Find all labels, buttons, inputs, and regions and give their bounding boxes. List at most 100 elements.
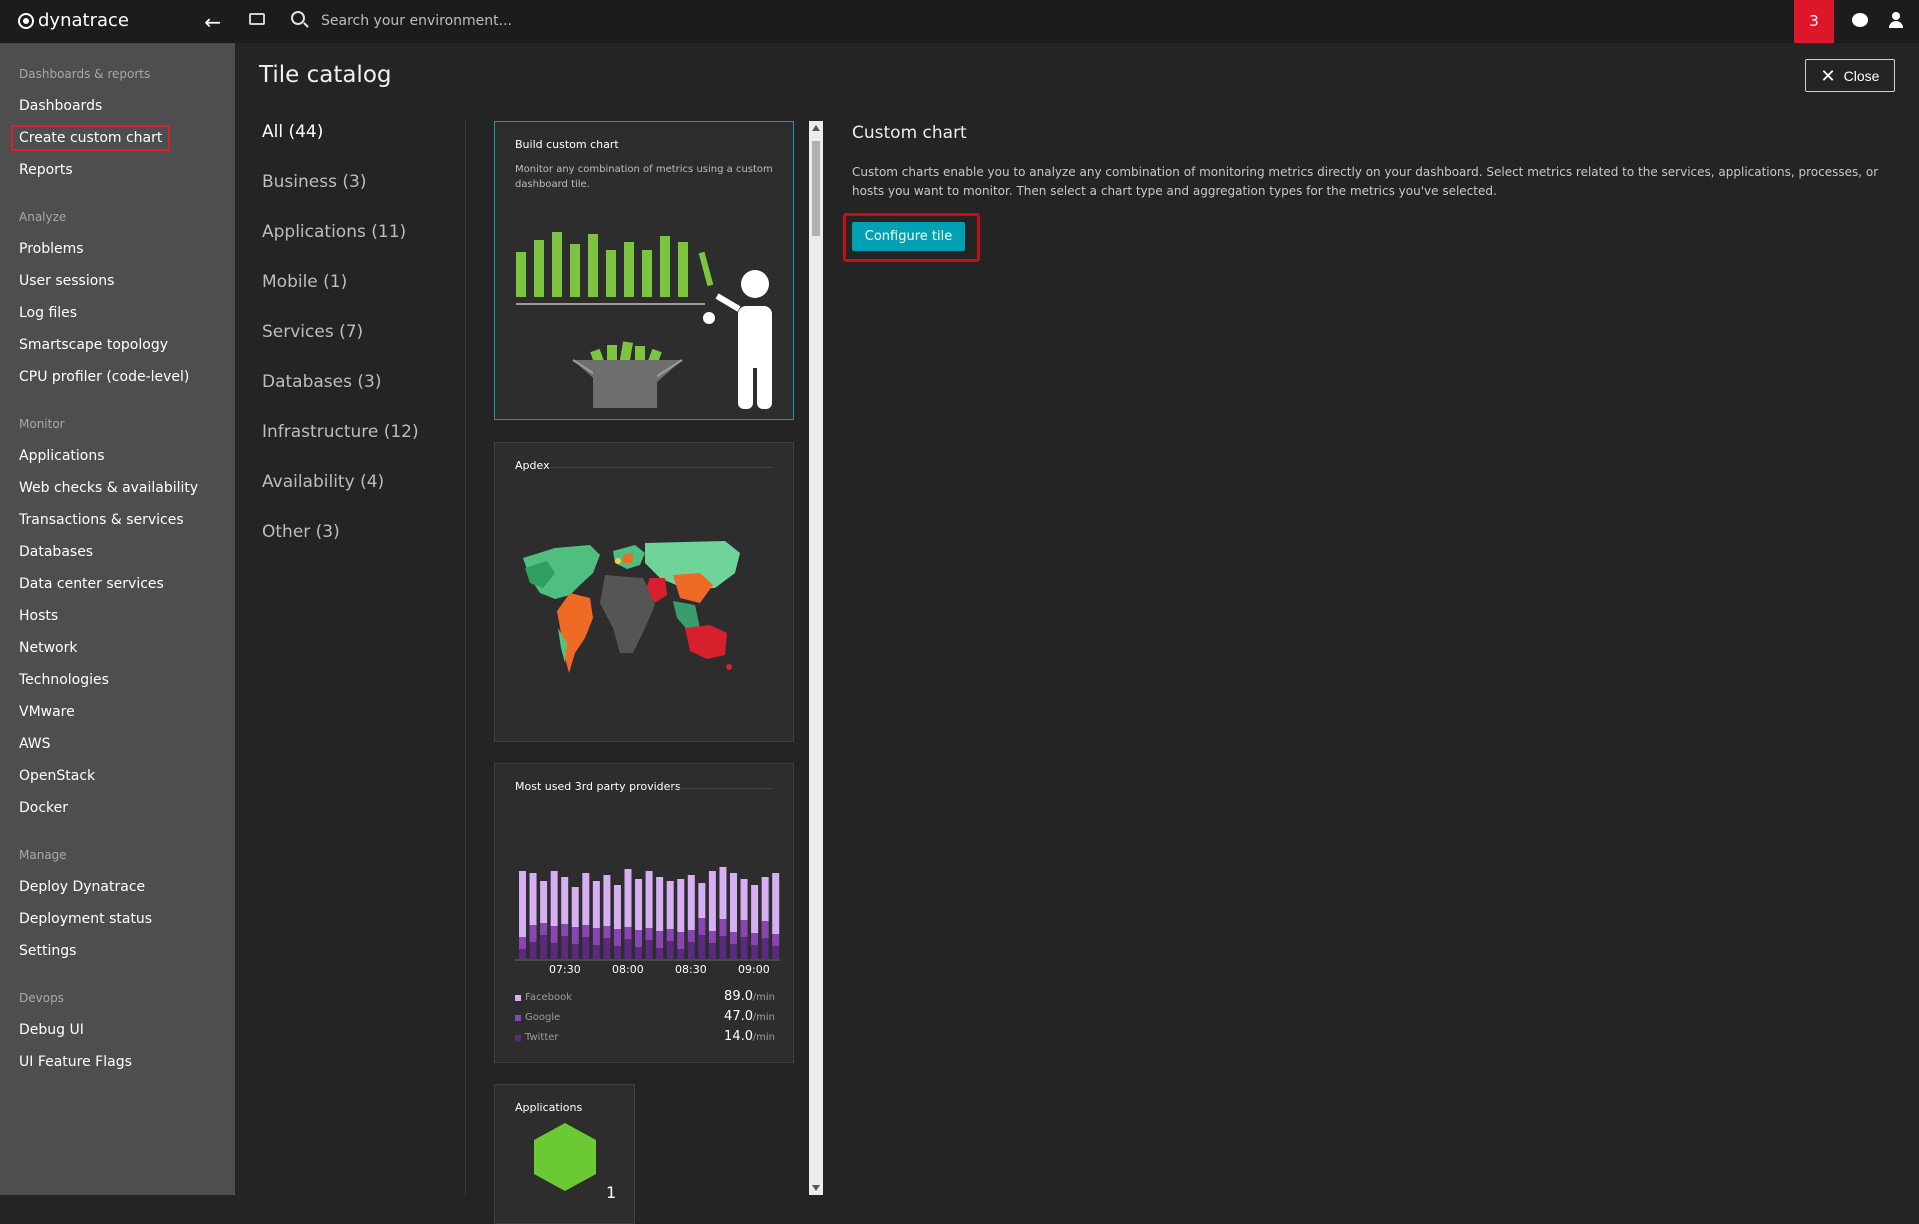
sidebar-item-databases[interactable]: Databases bbox=[0, 536, 235, 568]
sidebar-item-label: VMware bbox=[19, 704, 75, 720]
bar-twitter bbox=[519, 949, 526, 959]
sidebar-item-problems[interactable]: Problems bbox=[0, 233, 235, 265]
bar-facebook bbox=[677, 879, 685, 932]
bar-facebook bbox=[519, 871, 526, 937]
tile-third-party-providers[interactable]: Most used 3rd party providers 07:30 08:0… bbox=[494, 763, 794, 1063]
bar-twitter bbox=[561, 936, 569, 959]
bar-twitter bbox=[645, 940, 653, 959]
close-button[interactable]: ✕ Close bbox=[1805, 59, 1895, 92]
sidebar-item-smartscape-topology[interactable]: Smartscape topology bbox=[0, 329, 235, 361]
sidebar-item-debug-ui[interactable]: Debug UI bbox=[0, 1014, 235, 1046]
bar-google bbox=[635, 930, 643, 947]
page-title: Tile catalog bbox=[259, 62, 392, 88]
bar-legend-icon bbox=[515, 995, 521, 1001]
menu-icon[interactable] bbox=[249, 13, 265, 25]
bar-google bbox=[592, 928, 600, 945]
sidebar-item-ui-feature-flags[interactable]: UI Feature Flags bbox=[0, 1046, 235, 1078]
sidebar-item-dashboards[interactable]: Dashboards bbox=[0, 90, 235, 122]
tile-apdex[interactable]: Apdex bbox=[494, 442, 794, 742]
sidebar-item-transactions-services[interactable]: Transactions & services bbox=[0, 504, 235, 536]
collapse-sidebar-arrow-icon[interactable]: ← bbox=[204, 10, 221, 34]
sidebar-item-label: CPU profiler (code-level) bbox=[19, 369, 190, 385]
sidebar-item-log-files[interactable]: Log files bbox=[0, 297, 235, 329]
sidebar-item-label: Network bbox=[19, 640, 78, 656]
scroll-down-arrow-icon[interactable] bbox=[812, 1185, 820, 1191]
bar-twitter bbox=[687, 942, 695, 959]
bar-twitter bbox=[677, 949, 685, 959]
chat-icon[interactable] bbox=[1852, 13, 1868, 27]
bar-twitter bbox=[624, 939, 632, 959]
sidebar-item-aws[interactable]: AWS bbox=[0, 728, 235, 760]
bar-legend-icon bbox=[515, 1015, 521, 1021]
bar-twitter bbox=[613, 946, 621, 959]
sidebar-item-hosts[interactable]: Hosts bbox=[0, 600, 235, 632]
tile-title: Build custom chart bbox=[515, 138, 619, 151]
tile-build-custom-chart[interactable]: Build custom chart Monitor any combinati… bbox=[494, 121, 794, 420]
x-label: 08:00 bbox=[612, 963, 644, 976]
sidebar-item-deploy-dynatrace[interactable]: Deploy Dynatrace bbox=[0, 871, 235, 903]
tile-applications[interactable]: Applications 1 bbox=[494, 1084, 635, 1224]
dynatrace-logo-icon bbox=[18, 12, 34, 29]
configure-tile-button[interactable]: Configure tile bbox=[852, 222, 965, 251]
bar-google bbox=[582, 925, 590, 937]
bar-facebook bbox=[592, 881, 600, 928]
sidebar-item-cpu-profiler-code-level[interactable]: CPU profiler (code-level) bbox=[0, 361, 235, 393]
sidebar-item-label: Dashboards bbox=[19, 98, 103, 114]
sidebar-item-openstack[interactable]: OpenStack bbox=[0, 760, 235, 792]
sidebar-item-label: Settings bbox=[19, 943, 77, 959]
category-availability[interactable]: Availability (4) bbox=[262, 466, 419, 516]
custom-chart-illustration bbox=[516, 232, 772, 409]
sidebar-item-create-custom-chart[interactable]: Create custom chart bbox=[0, 122, 235, 154]
user-icon[interactable] bbox=[1889, 12, 1903, 28]
sidebar-item-label: Deploy Dynatrace bbox=[19, 879, 146, 895]
sidebar-item-web-checks-availability[interactable]: Web checks & availability bbox=[0, 472, 235, 504]
sidebar-item-label: Databases bbox=[19, 544, 94, 560]
bar-google bbox=[772, 934, 780, 946]
category-infrastructure[interactable]: Infrastructure (12) bbox=[262, 416, 419, 466]
category-applications[interactable]: Applications (11) bbox=[262, 216, 419, 266]
category-mobile[interactable]: Mobile (1) bbox=[262, 266, 419, 316]
bar-google bbox=[624, 927, 632, 939]
sidebar-item-label: Log files bbox=[19, 305, 78, 321]
scroll-up-arrow-icon[interactable] bbox=[812, 125, 820, 131]
sidebar-item-label: Smartscape topology bbox=[19, 337, 169, 353]
bar-facebook bbox=[603, 875, 611, 926]
category-other[interactable]: Other (3) bbox=[262, 516, 419, 566]
scroll-thumb[interactable] bbox=[812, 141, 820, 236]
dynatrace-logo[interactable]: dynatrace bbox=[18, 10, 129, 31]
sidebar-item-deployment-status[interactable]: Deployment status bbox=[0, 903, 235, 935]
bar-twitter bbox=[529, 942, 537, 959]
category-business[interactable]: Business (3) bbox=[262, 166, 419, 216]
sidebar-heading: Analyze bbox=[19, 210, 67, 224]
bar-facebook bbox=[708, 871, 716, 931]
sidebar-item-user-sessions[interactable]: User sessions bbox=[0, 265, 235, 297]
category-services[interactable]: Services (7) bbox=[262, 316, 419, 366]
legend-value: 47.0 bbox=[724, 1009, 753, 1024]
sidebar-item-label: User sessions bbox=[19, 273, 115, 289]
category-databases[interactable]: Databases (3) bbox=[262, 366, 419, 416]
tile-list-scrollbar[interactable] bbox=[809, 121, 823, 1195]
logo-row: dynatrace ← bbox=[0, 0, 235, 43]
category-all[interactable]: All (44) bbox=[262, 116, 419, 166]
sidebar-item-data-center-services[interactable]: Data center services bbox=[0, 568, 235, 600]
bar-twitter bbox=[751, 945, 759, 959]
sidebar-item-reports[interactable]: Reports bbox=[0, 154, 235, 186]
category-list: All (44) Business (3) Applications (11) … bbox=[262, 116, 419, 566]
sidebar-item-docker[interactable]: Docker bbox=[0, 792, 235, 824]
sidebar-item-settings[interactable]: Settings bbox=[0, 935, 235, 967]
sidebar-item-vmware[interactable]: VMware bbox=[0, 696, 235, 728]
hexagon-icon bbox=[534, 1123, 596, 1191]
search-icon bbox=[291, 11, 305, 25]
x-label: 09:00 bbox=[738, 963, 770, 976]
sidebar: dynatrace ← Dashboards & reports Dashboar… bbox=[0, 0, 235, 1195]
search-input[interactable] bbox=[321, 10, 921, 32]
sidebar-item-applications[interactable]: Applications bbox=[0, 440, 235, 472]
detail-title: Custom chart bbox=[852, 123, 967, 143]
bar-facebook bbox=[645, 871, 653, 928]
legend-google: Google 47.0 /min bbox=[515, 1009, 775, 1029]
notifications-badge[interactable]: 3 bbox=[1794, 0, 1834, 43]
sidebar-item-technologies[interactable]: Technologies bbox=[0, 664, 235, 696]
top-bar: 3 bbox=[235, 0, 1919, 43]
sidebar-item-network[interactable]: Network bbox=[0, 632, 235, 664]
legend-unit: /min bbox=[752, 992, 775, 1003]
